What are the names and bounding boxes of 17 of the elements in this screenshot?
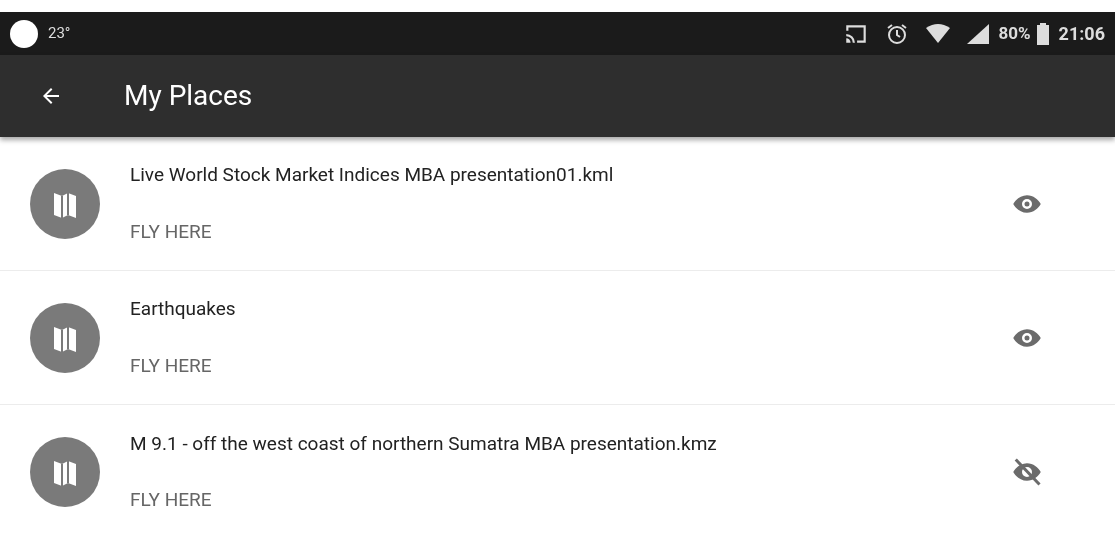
signal-icon xyxy=(966,23,989,44)
wifi-icon xyxy=(924,23,951,44)
clock: 21:06 xyxy=(1058,22,1105,46)
weather-icon xyxy=(10,19,38,48)
temperature: 23° xyxy=(48,23,71,45)
map-icon xyxy=(30,437,100,507)
fly-here-button[interactable]: FLY HERE xyxy=(130,217,212,246)
place-name[interactable]: M 9.1 - off the west coast of northern Sumatra MBA presentation.kmz xyxy=(130,429,1007,458)
place-name[interactable]: Live World Stock Market Indices MBA presentation01.kml xyxy=(130,161,1007,190)
fly-here-button[interactable]: FLY HERE xyxy=(130,351,212,380)
screen-title: My Places xyxy=(124,78,253,114)
battery-icon xyxy=(1036,22,1049,45)
fly-here-button[interactable]: FLY HERE xyxy=(130,486,212,515)
place-name[interactable]: Earthquakes xyxy=(130,295,1007,324)
map-icon xyxy=(30,302,100,373)
map-icon xyxy=(30,168,100,239)
battery-percent: 80% xyxy=(998,21,1031,45)
